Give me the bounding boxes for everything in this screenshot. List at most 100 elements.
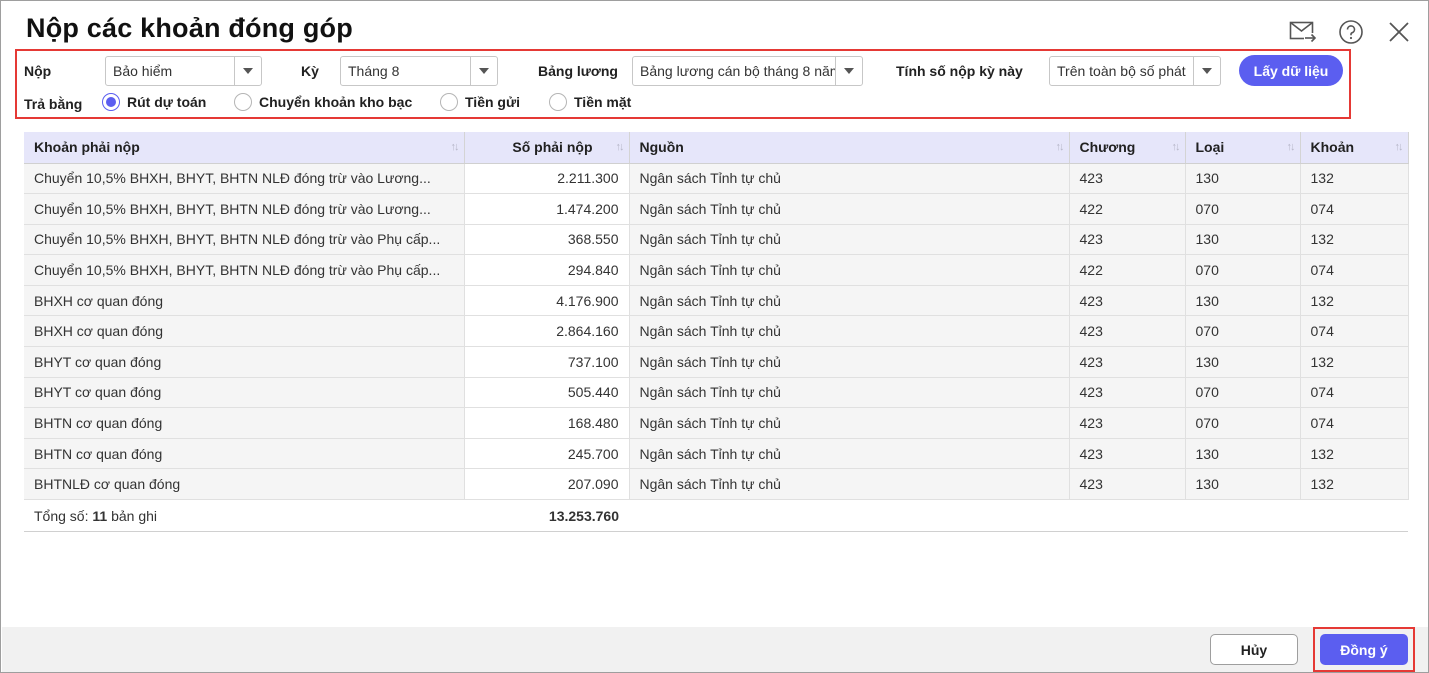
radio-tien-mat[interactable]: Tiền mặt — [549, 93, 631, 111]
cell-khoan-phai-nop: BHYT cơ quan đóng — [24, 346, 465, 378]
column-header-label: Khoản — [1310, 139, 1355, 156]
table-row[interactable]: Chuyển 10,5% BHXH, BHYT, BHTN NLĐ đóng t… — [24, 193, 1409, 225]
cancel-button[interactable]: Hủy — [1210, 634, 1298, 665]
cell-loai: 130 — [1185, 438, 1301, 470]
cell-nguon: Ngân sách Tỉnh tự chủ — [629, 438, 1070, 470]
table-row[interactable]: Chuyển 10,5% BHXH, BHYT, BHTN NLĐ đóng t… — [24, 224, 1409, 256]
cell-khoan-phai-nop: Chuyển 10,5% BHXH, BHYT, BHTN NLĐ đóng t… — [24, 224, 465, 256]
table-row[interactable]: Chuyển 10,5% BHXH, BHYT, BHTN NLĐ đóng t… — [24, 163, 1409, 195]
cell-loai: 130 — [1185, 346, 1301, 378]
cell-chuong: 423 — [1069, 315, 1186, 348]
total-count-cell: Tổng số: 11 bản ghi — [24, 499, 464, 533]
radio-dot[interactable] — [234, 93, 252, 111]
cell-nguon: Ngân sách Tỉnh tự chủ — [629, 346, 1070, 378]
ky-select[interactable]: Tháng 8 — [340, 56, 498, 86]
cell-khoan-phai-nop: BHYT cơ quan đóng — [24, 377, 465, 409]
footer-empty-cell — [629, 499, 1069, 533]
table-body: Chuyển 10,5% BHXH, BHYT, BHTN NLĐ đóng t… — [24, 163, 1409, 501]
cell-chuong: 423 — [1069, 224, 1186, 256]
column-header-nguon[interactable]: Nguồn ↑↓ — [629, 132, 1070, 164]
cell-khoan: 132 — [1300, 285, 1409, 317]
chevron-down-icon[interactable] — [470, 57, 497, 85]
cell-chuong: 423 — [1069, 346, 1186, 378]
fetch-data-button[interactable]: Lấy dữ liệu — [1239, 55, 1343, 86]
total-count: 11 — [92, 507, 108, 524]
help-icon[interactable] — [1337, 18, 1365, 46]
total-amount: 13.253.760 — [464, 499, 629, 533]
tinh-so-select-value: Trên toàn bộ số phát — [1057, 63, 1186, 79]
cell-nguon: Ngân sách Tỉnh tự chủ — [629, 163, 1070, 195]
cell-nguon: Ngân sách Tỉnh tự chủ — [629, 254, 1070, 286]
dialog-title: Nộp các khoản đóng góp — [26, 13, 353, 43]
sort-icon[interactable]: ↑↓ — [616, 141, 625, 153]
chevron-down-icon[interactable] — [1193, 57, 1220, 85]
cell-loai: 130 — [1185, 285, 1301, 317]
bang-luong-select[interactable]: Bảng lương cán bộ tháng 8 năm — [632, 56, 863, 86]
footer-empty-cell — [1300, 499, 1408, 533]
chevron-down-icon[interactable] — [234, 57, 261, 85]
cell-loai: 130 — [1185, 224, 1301, 256]
radio-rut-du-toan[interactable]: Rút dự toán — [102, 93, 206, 111]
ky-select-value: Tháng 8 — [348, 63, 400, 79]
footer-empty-cell — [1069, 499, 1185, 533]
cell-chuong: 423 — [1069, 285, 1186, 317]
column-header-khoan[interactable]: Khoản ↑↓ — [1300, 132, 1409, 164]
cell-khoan: 132 — [1300, 346, 1409, 378]
bang-luong-select-value: Bảng lương cán bộ tháng 8 năm — [640, 63, 835, 79]
cell-khoan-phai-nop: Chuyển 10,5% BHXH, BHYT, BHTN NLĐ đóng t… — [24, 193, 465, 225]
column-header-so-phai-nop[interactable]: Số phải nộp ↑↓ — [464, 132, 630, 164]
column-header-label: Khoản phải nộp — [34, 139, 140, 156]
close-icon[interactable] — [1385, 18, 1413, 46]
table-row[interactable]: Chuyển 10,5% BHXH, BHYT, BHTN NLĐ đóng t… — [24, 254, 1409, 286]
table-footer-row: Tổng số: 11 bản ghi 13.253.760 — [24, 499, 1408, 533]
cell-khoan-phai-nop: BHXH cơ quan đóng — [24, 315, 465, 348]
cell-chuong: 423 — [1069, 377, 1186, 409]
cell-chuong: 422 — [1069, 254, 1186, 286]
dialog: Nộp các khoản đóng góp Nộp Bảo hiểm Kỳ T… — [0, 0, 1429, 673]
cell-khoan: 132 — [1300, 163, 1409, 195]
cell-chuong: 423 — [1069, 468, 1186, 501]
sort-icon[interactable]: ↑↓ — [1395, 141, 1404, 153]
cell-loai: 070 — [1185, 407, 1301, 439]
table-row[interactable]: BHTN cơ quan đóng 168.480 Ngân sách Tỉnh t… — [24, 407, 1409, 439]
radio-dot[interactable] — [549, 93, 567, 111]
agree-button[interactable]: Đồng ý — [1320, 634, 1408, 665]
cell-loai: 070 — [1185, 315, 1301, 348]
nop-select[interactable]: Bảo hiểm — [105, 56, 262, 86]
sort-icon[interactable]: ↑↓ — [1172, 141, 1181, 153]
column-header-loai[interactable]: Loại ↑↓ — [1185, 132, 1301, 164]
cell-khoan: 074 — [1300, 377, 1409, 409]
cell-chuong: 423 — [1069, 163, 1186, 195]
radio-chuyen-khoan-kho-bac[interactable]: Chuyển khoản kho bạc — [234, 93, 412, 111]
table-row[interactable]: BHXH cơ quan đóng 4.176.900 Ngân sách Tỉnh… — [24, 285, 1409, 317]
sort-icon[interactable]: ↑↓ — [451, 141, 460, 153]
tinh-so-label: Tính số nộp kỳ này — [896, 63, 1023, 79]
tinh-so-select[interactable]: Trên toàn bộ số phát — [1049, 56, 1221, 86]
chevron-down-icon[interactable] — [835, 57, 862, 85]
cell-so-phai-nop: 168.480 — [464, 407, 630, 439]
radio-dot[interactable] — [440, 93, 458, 111]
cell-nguon: Ngân sách Tỉnh tự chủ — [629, 407, 1070, 439]
cell-khoan: 132 — [1300, 468, 1409, 501]
email-forward-icon[interactable] — [1289, 18, 1317, 46]
column-header-label: Nguồn — [639, 139, 684, 156]
table-row[interactable]: BHYT cơ quan đóng 505.440 Ngân sách Tỉnh t… — [24, 377, 1409, 409]
column-header-chuong[interactable]: Chương ↑↓ — [1069, 132, 1186, 164]
radio-dot[interactable] — [102, 93, 120, 111]
column-header-khoan-phai-nop[interactable]: Khoản phải nộp ↑↓ — [24, 132, 465, 164]
cell-loai: 130 — [1185, 163, 1301, 195]
cell-chuong: 423 — [1069, 407, 1186, 439]
cell-so-phai-nop: 1.474.200 — [464, 193, 630, 225]
cell-khoan: 074 — [1300, 407, 1409, 439]
cell-chuong: 422 — [1069, 193, 1186, 225]
radio-tien-gui[interactable]: Tiền gửi — [440, 93, 520, 111]
table-row[interactable]: BHYT cơ quan đóng 737.100 Ngân sách Tỉnh t… — [24, 346, 1409, 378]
radio-label: Tiền mặt — [574, 94, 632, 110]
table-row[interactable]: BHTNLĐ cơ quan đóng 207.090 Ngân sách Tỉnh… — [24, 468, 1409, 501]
table-row[interactable]: BHTN cơ quan đóng 245.700 Ngân sách Tỉnh t… — [24, 438, 1409, 470]
sort-icon[interactable]: ↑↓ — [1287, 141, 1296, 153]
cell-so-phai-nop: 4.176.900 — [464, 285, 630, 317]
cell-so-phai-nop: 294.840 — [464, 254, 630, 286]
sort-icon[interactable]: ↑↓ — [1056, 141, 1065, 153]
table-row[interactable]: BHXH cơ quan đóng 2.864.160 Ngân sách Tỉnh… — [24, 315, 1409, 348]
